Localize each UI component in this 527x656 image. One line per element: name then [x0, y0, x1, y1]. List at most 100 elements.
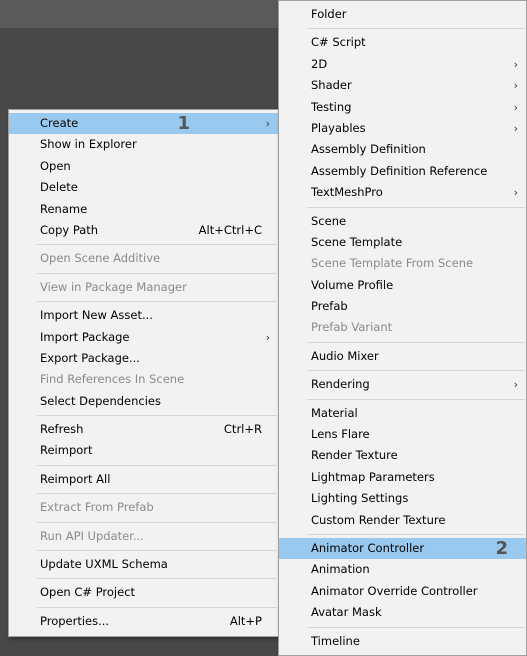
- create-item-testing[interactable]: Testing ›: [279, 97, 526, 118]
- editor-background-top: [0, 0, 278, 28]
- create-item-assembly-definition[interactable]: Assembly Definition: [279, 139, 526, 160]
- menu-item-shortcut: Alt+P: [229, 613, 262, 628]
- menu-item-label: Lightmap Parameters: [311, 469, 435, 484]
- create-item-2d[interactable]: 2D ›: [279, 54, 526, 75]
- context-item-properties[interactable]: Properties... Alt+P: [9, 611, 278, 632]
- menu-separator: [307, 398, 525, 400]
- create-item-prefab[interactable]: Prefab: [279, 296, 526, 317]
- menu-item-label: Scene Template: [311, 234, 403, 249]
- menu-item-label: Testing: [311, 99, 352, 114]
- create-item-shader[interactable]: Shader ›: [279, 75, 526, 96]
- create-item-scene-template[interactable]: Scene Template: [279, 232, 526, 253]
- menu-item-label: Scene Template From Scene: [311, 256, 474, 271]
- menu-separator: [37, 578, 277, 580]
- menu-item-label: Scene: [311, 213, 347, 228]
- create-item-assembly-definition-reference[interactable]: Assembly Definition Reference: [279, 161, 526, 182]
- create-item-animator-override-controller[interactable]: Animator Override Controller: [279, 581, 526, 602]
- menu-separator: [37, 301, 277, 303]
- menu-item-label: Open: [40, 158, 71, 173]
- create-item-c-script[interactable]: C# Script: [279, 32, 526, 53]
- create-item-scene[interactable]: Scene: [279, 211, 526, 232]
- context-item-rename[interactable]: Rename: [9, 199, 278, 220]
- chevron-right-icon: ›: [513, 378, 518, 392]
- menu-item-label: Material: [311, 405, 358, 420]
- context-item-copy-path[interactable]: Copy Path Alt+Ctrl+C: [9, 220, 278, 241]
- create-item-animation[interactable]: Animation: [279, 559, 526, 580]
- context-item-extract-from-prefab: Extract From Prefab: [9, 497, 278, 518]
- menu-item-shortcut: Alt+Ctrl+C: [198, 222, 262, 237]
- chevron-right-icon: ›: [513, 79, 518, 93]
- create-item-audio-mixer[interactable]: Audio Mixer: [279, 346, 526, 367]
- menu-separator: [37, 521, 277, 523]
- chevron-right-icon: ›: [513, 121, 518, 135]
- menu-separator: [37, 244, 277, 246]
- create-item-rendering[interactable]: Rendering ›: [279, 374, 526, 395]
- menu-item-label: Export Package...: [40, 350, 140, 365]
- context-item-reimport-all[interactable]: Reimport All: [9, 469, 278, 490]
- menu-item-label: Import Package: [40, 329, 130, 344]
- chevron-right-icon: ›: [513, 186, 518, 200]
- create-item-custom-render-texture[interactable]: Custom Render Texture: [279, 510, 526, 531]
- context-item-export-package[interactable]: Export Package...: [9, 348, 278, 369]
- context-item-show-in-explorer[interactable]: Show in Explorer: [9, 134, 278, 155]
- menu-separator: [37, 493, 277, 495]
- create-item-lighting-settings[interactable]: Lighting Settings: [279, 488, 526, 509]
- context-item-refresh[interactable]: Refresh Ctrl+R: [9, 419, 278, 440]
- menu-item-label: View in Package Manager: [40, 279, 187, 294]
- menu-separator: [307, 341, 525, 343]
- menu-item-label: Audio Mixer: [311, 348, 379, 363]
- menu-item-label: Prefab Variant: [311, 320, 393, 335]
- screenshot-stage: Create › 1 Show in Explorer Open Delete Rename…: [0, 0, 527, 656]
- menu-item-label: Create: [40, 116, 79, 130]
- context-item-import-new-asset[interactable]: Import New Asset...: [9, 305, 278, 326]
- create-item-volume-profile[interactable]: Volume Profile: [279, 275, 526, 296]
- menu-item-label: Import New Asset...: [40, 308, 153, 323]
- menu-item-label: Open Scene Additive: [40, 251, 161, 266]
- menu-item-label: Reimport: [40, 443, 93, 458]
- context-item-create[interactable]: Create › 1: [9, 113, 278, 135]
- create-item-animator-controller[interactable]: Animator Controller 2: [279, 537, 526, 560]
- create-item-lens-flare[interactable]: Lens Flare: [279, 424, 526, 445]
- menu-item-label: Extract From Prefab: [40, 500, 154, 515]
- create-item-playables[interactable]: Playables ›: [279, 118, 526, 139]
- menu-separator: [307, 28, 525, 30]
- context-item-find-references-in-scene: Find References In Scene: [9, 369, 278, 390]
- menu-item-label: Refresh: [40, 422, 84, 437]
- context-item-open-c-project[interactable]: Open C# Project: [9, 582, 278, 603]
- menu-separator: [37, 606, 277, 608]
- menu-item-label: Rendering: [311, 377, 370, 392]
- context-item-reimport[interactable]: Reimport: [9, 440, 278, 461]
- menu-item-label: Timeline: [311, 633, 360, 648]
- create-item-timeline[interactable]: Timeline: [279, 631, 526, 652]
- context-item-select-dependencies[interactable]: Select Dependencies: [9, 391, 278, 412]
- create-item-prefab-variant: Prefab Variant: [279, 317, 526, 338]
- create-item-folder[interactable]: Folder: [279, 4, 526, 25]
- create-item-render-texture[interactable]: Render Texture: [279, 445, 526, 466]
- context-item-open[interactable]: Open: [9, 156, 278, 177]
- step-number-badge: 2: [495, 537, 508, 559]
- menu-item-label: Volume Profile: [311, 277, 394, 292]
- chevron-right-icon: ›: [265, 330, 270, 344]
- menu-item-label: Open C# Project: [40, 585, 136, 600]
- menu-item-label: Avatar Mask: [311, 605, 382, 620]
- context-item-view-in-package-manager: View in Package Manager: [9, 277, 278, 298]
- create-item-avatar-mask[interactable]: Avatar Mask: [279, 602, 526, 623]
- menu-separator: [307, 626, 525, 628]
- create-item-textmeshpro[interactable]: TextMeshPro ›: [279, 182, 526, 203]
- context-item-update-uxml-schema[interactable]: Update UXML Schema: [9, 554, 278, 575]
- context-item-delete[interactable]: Delete: [9, 177, 278, 198]
- menu-item-label: Render Texture: [311, 448, 398, 463]
- context-item-run-api-updater: Run API Updater...: [9, 526, 278, 547]
- menu-item-label: Update UXML Schema: [40, 557, 168, 572]
- menu-item-label: Lighting Settings: [311, 491, 409, 506]
- create-item-lightmap-parameters[interactable]: Lightmap Parameters: [279, 467, 526, 488]
- menu-item-shortcut: Ctrl+R: [223, 422, 262, 437]
- menu-item-label: Animator Override Controller: [311, 583, 478, 598]
- create-item-scene-template-from-scene: Scene Template From Scene: [279, 253, 526, 274]
- menu-item-label: Assembly Definition Reference: [311, 163, 488, 178]
- menu-separator: [307, 370, 525, 372]
- menu-separator: [37, 415, 277, 417]
- create-item-material[interactable]: Material: [279, 403, 526, 424]
- context-item-import-package[interactable]: Import Package ›: [9, 327, 278, 348]
- menu-item-label: Assembly Definition: [311, 142, 426, 157]
